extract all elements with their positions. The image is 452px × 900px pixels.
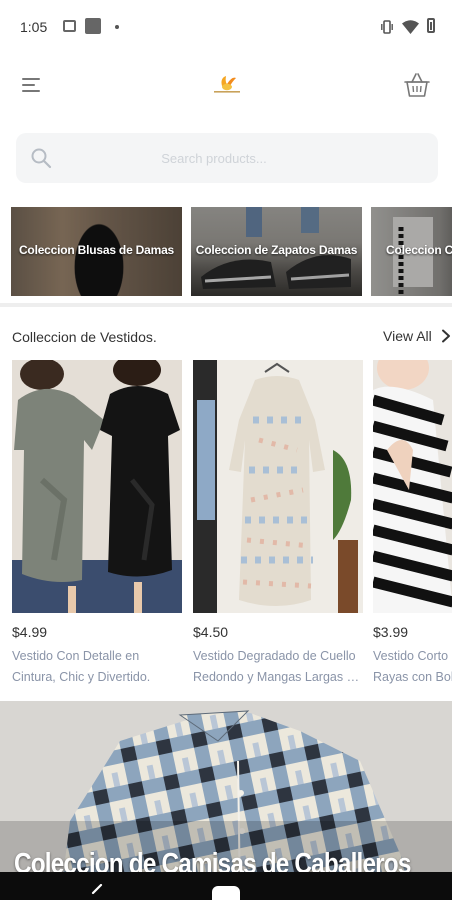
category-card-zapatos[interactable]: Coleccion de Zapatos Damas <box>191 207 362 296</box>
view-all-label: View All <box>383 328 432 344</box>
category-carousel: Coleccion Blusas de Damas Coleccion de Z… <box>0 207 452 297</box>
back-icon[interactable] <box>90 884 104 900</box>
status-bar: 1:05 <box>0 0 452 56</box>
section-title: Colleccion de Vestidos. <box>12 329 157 345</box>
product-card[interactable]: $4.99 Vestido Con Detalle en Cintura, Ch… <box>12 360 182 688</box>
product-card[interactable]: $4.50 Vestido Degradado de Cuello Redond… <box>193 360 363 688</box>
category-label: Coleccion Car <box>386 243 452 257</box>
status-time: 1:05 <box>20 19 48 35</box>
search-input[interactable] <box>64 133 424 183</box>
product-image <box>193 360 363 613</box>
product-name: Vestido Con Detalle en Cintura, Chic y D… <box>12 649 151 684</box>
wifi-icon <box>402 20 419 34</box>
vibrate-icon <box>381 20 393 34</box>
menu-icon[interactable] <box>22 76 42 94</box>
product-price: $3.99 <box>373 624 409 640</box>
product-image <box>12 360 182 613</box>
home-icon[interactable] <box>212 886 240 900</box>
battery-icon <box>427 18 435 33</box>
product-card[interactable]: $3.99 Vestido Corto Rayas con Bol <box>373 360 452 688</box>
category-label: Coleccion de Zapatos Damas <box>195 243 358 257</box>
product-name: Vestido Degradado de Cuello Redondo y Ma… <box>193 649 363 684</box>
product-price: $4.99 <box>12 624 48 640</box>
view-all-button[interactable]: View All <box>383 328 451 344</box>
banner-camisas-caballeros[interactable]: Coleccion de Camisas de Caballeros <box>0 701 452 900</box>
square-icon <box>85 18 101 34</box>
category-card-carteras[interactable]: Coleccion Car <box>371 207 452 296</box>
photo-icon <box>63 20 76 32</box>
app-bar <box>0 56 452 118</box>
dot-icon <box>115 25 119 29</box>
product-name: Vestido Corto Rayas con Bol <box>373 649 452 684</box>
product-price: $4.50 <box>193 624 229 640</box>
category-label: Coleccion Blusas de Damas <box>18 243 175 257</box>
section-divider <box>0 303 452 307</box>
search-icon <box>31 148 52 169</box>
category-card-blusas[interactable]: Coleccion Blusas de Damas <box>11 207 182 296</box>
chevron-right-icon <box>441 329 450 343</box>
product-image <box>373 360 452 613</box>
brand-logo <box>214 76 240 93</box>
basket-icon[interactable] <box>402 70 432 100</box>
product-list: $4.99 Vestido Con Detalle en Cintura, Ch… <box>0 360 452 690</box>
system-nav-bar <box>0 872 452 900</box>
search-bar <box>16 133 438 183</box>
